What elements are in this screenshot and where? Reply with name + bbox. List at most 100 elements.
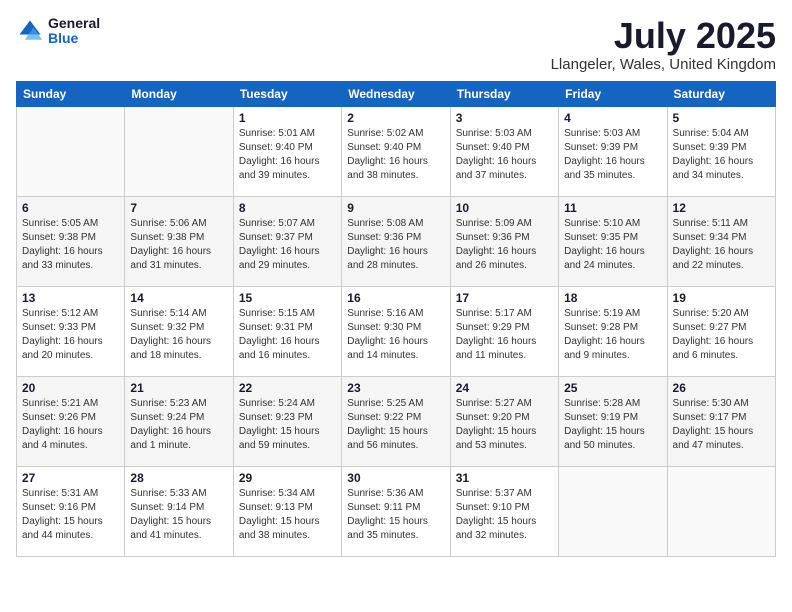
calendar-cell: 11 Sunrise: 5:10 AM Sunset: 9:35 PM Dayli… <box>559 196 667 286</box>
weekday-header: Wednesday <box>342 81 450 106</box>
day-info: Sunrise: 5:09 AM Sunset: 9:36 PM Dayligh… <box>456 217 553 273</box>
calendar-cell: 20 Sunrise: 5:21 AM Sunset: 9:26 PM Dayli… <box>17 376 125 466</box>
weekday-header-row: SundayMondayTuesdayWednesdayThursdayFrid… <box>17 81 776 106</box>
day-info: Sunrise: 5:25 AM Sunset: 9:22 PM Dayligh… <box>347 397 444 453</box>
day-info: Sunrise: 5:34 AM Sunset: 9:13 PM Dayligh… <box>239 487 336 543</box>
calendar-cell: 1 Sunrise: 5:01 AM Sunset: 9:40 PM Daylig… <box>233 106 341 196</box>
calendar-cell <box>17 106 125 196</box>
day-info: Sunrise: 5:07 AM Sunset: 9:37 PM Dayligh… <box>239 217 336 273</box>
calendar-cell: 3 Sunrise: 5:03 AM Sunset: 9:40 PM Daylig… <box>450 106 558 196</box>
day-number: 22 <box>239 381 336 395</box>
day-info: Sunrise: 5:03 AM Sunset: 9:39 PM Dayligh… <box>564 127 661 183</box>
calendar-week-row: 13Sunrise: 5:12 AM Sunset: 9:33 PM Dayli… <box>17 286 776 376</box>
calendar-cell: 8 Sunrise: 5:07 AM Sunset: 9:37 PM Daylig… <box>233 196 341 286</box>
month-year: July 2025 <box>551 16 776 56</box>
title-block: July 2025 Llangeler, Wales, United Kingd… <box>551 16 776 73</box>
calendar-cell: 13Sunrise: 5:12 AM Sunset: 9:33 PM Dayli… <box>17 286 125 376</box>
day-number: 23 <box>347 381 444 395</box>
calendar-cell: 21Sunrise: 5:23 AM Sunset: 9:24 PM Dayli… <box>125 376 233 466</box>
day-number: 4 <box>564 111 661 125</box>
calendar-cell: 16 Sunrise: 5:16 AM Sunset: 9:30 PM Dayli… <box>342 286 450 376</box>
day-number: 7 <box>130 201 227 215</box>
calendar-cell: 7 Sunrise: 5:06 AM Sunset: 9:38 PM Daylig… <box>125 196 233 286</box>
day-number: 26 <box>673 381 770 395</box>
calendar-cell: 25 Sunrise: 5:28 AM Sunset: 9:19 PM Dayli… <box>559 376 667 466</box>
day-info: Sunrise: 5:31 AM Sunset: 9:16 PM Dayligh… <box>22 487 119 543</box>
day-info: Sunrise: 5:33 AM Sunset: 9:14 PM Dayligh… <box>130 487 227 543</box>
day-info: Sunrise: 5:36 AM Sunset: 9:11 PM Dayligh… <box>347 487 444 543</box>
calendar-cell: 2 Sunrise: 5:02 AM Sunset: 9:40 PM Daylig… <box>342 106 450 196</box>
calendar-cell: 18 Sunrise: 5:19 AM Sunset: 9:28 PM Dayli… <box>559 286 667 376</box>
day-number: 18 <box>564 291 661 305</box>
day-number: 28 <box>130 471 227 485</box>
day-number: 10 <box>456 201 553 215</box>
logo-text: General Blue <box>48 16 100 47</box>
day-number: 15 <box>239 291 336 305</box>
day-info: Sunrise: 5:10 AM Sunset: 9:35 PM Dayligh… <box>564 217 661 273</box>
calendar-cell: 28 Sunrise: 5:33 AM Sunset: 9:14 PM Dayli… <box>125 466 233 556</box>
calendar-cell: 14 Sunrise: 5:14 AM Sunset: 9:32 PM Dayli… <box>125 286 233 376</box>
day-info: Sunrise: 5:28 AM Sunset: 9:19 PM Dayligh… <box>564 397 661 453</box>
day-number: 3 <box>456 111 553 125</box>
day-number: 11 <box>564 201 661 215</box>
day-info: Sunrise: 5:04 AM Sunset: 9:39 PM Dayligh… <box>673 127 770 183</box>
weekday-header: Saturday <box>667 81 775 106</box>
day-info: Sunrise: 5:27 AM Sunset: 9:20 PM Dayligh… <box>456 397 553 453</box>
calendar-week-row: 1 Sunrise: 5:01 AM Sunset: 9:40 PM Daylig… <box>17 106 776 196</box>
weekday-header: Friday <box>559 81 667 106</box>
calendar-cell: 30Sunrise: 5:36 AM Sunset: 9:11 PM Dayli… <box>342 466 450 556</box>
calendar-week-row: 20 Sunrise: 5:21 AM Sunset: 9:26 PM Dayli… <box>17 376 776 466</box>
logo-blue: Blue <box>48 31 100 46</box>
day-number: 16 <box>347 291 444 305</box>
day-info: Sunrise: 5:19 AM Sunset: 9:28 PM Dayligh… <box>564 307 661 363</box>
day-number: 2 <box>347 111 444 125</box>
weekday-header: Sunday <box>17 81 125 106</box>
calendar-cell: 10 Sunrise: 5:09 AM Sunset: 9:36 PM Dayli… <box>450 196 558 286</box>
page-header: General Blue July 2025 Llangeler, Wales,… <box>16 16 776 73</box>
day-info: Sunrise: 5:01 AM Sunset: 9:40 PM Dayligh… <box>239 127 336 183</box>
day-number: 12 <box>673 201 770 215</box>
day-number: 20 <box>22 381 119 395</box>
location: Llangeler, Wales, United Kingdom <box>551 56 776 73</box>
day-number: 29 <box>239 471 336 485</box>
day-info: Sunrise: 5:11 AM Sunset: 9:34 PM Dayligh… <box>673 217 770 273</box>
weekday-header: Monday <box>125 81 233 106</box>
calendar-cell: 22 Sunrise: 5:24 AM Sunset: 9:23 PM Dayli… <box>233 376 341 466</box>
calendar-cell: 15Sunrise: 5:15 AM Sunset: 9:31 PM Dayli… <box>233 286 341 376</box>
day-number: 14 <box>130 291 227 305</box>
day-info: Sunrise: 5:14 AM Sunset: 9:32 PM Dayligh… <box>130 307 227 363</box>
day-number: 17 <box>456 291 553 305</box>
calendar-cell: 24Sunrise: 5:27 AM Sunset: 9:20 PM Dayli… <box>450 376 558 466</box>
logo-general: General <box>48 16 100 31</box>
day-info: Sunrise: 5:03 AM Sunset: 9:40 PM Dayligh… <box>456 127 553 183</box>
calendar-cell: 31Sunrise: 5:37 AM Sunset: 9:10 PM Dayli… <box>450 466 558 556</box>
logo-icon <box>16 17 44 45</box>
day-info: Sunrise: 5:02 AM Sunset: 9:40 PM Dayligh… <box>347 127 444 183</box>
day-number: 8 <box>239 201 336 215</box>
day-info: Sunrise: 5:16 AM Sunset: 9:30 PM Dayligh… <box>347 307 444 363</box>
calendar-cell <box>125 106 233 196</box>
calendar-cell: 27Sunrise: 5:31 AM Sunset: 9:16 PM Dayli… <box>17 466 125 556</box>
calendar-cell: 19Sunrise: 5:20 AM Sunset: 9:27 PM Dayli… <box>667 286 775 376</box>
logo: General Blue <box>16 16 100 47</box>
calendar-cell: 6Sunrise: 5:05 AM Sunset: 9:38 PM Daylig… <box>17 196 125 286</box>
weekday-header: Tuesday <box>233 81 341 106</box>
day-number: 5 <box>673 111 770 125</box>
calendar-cell: 9Sunrise: 5:08 AM Sunset: 9:36 PM Daylig… <box>342 196 450 286</box>
day-number: 21 <box>130 381 227 395</box>
day-info: Sunrise: 5:12 AM Sunset: 9:33 PM Dayligh… <box>22 307 119 363</box>
calendar-cell: 4 Sunrise: 5:03 AM Sunset: 9:39 PM Daylig… <box>559 106 667 196</box>
day-number: 31 <box>456 471 553 485</box>
calendar-cell: 5 Sunrise: 5:04 AM Sunset: 9:39 PM Daylig… <box>667 106 775 196</box>
day-number: 1 <box>239 111 336 125</box>
calendar-cell <box>667 466 775 556</box>
day-info: Sunrise: 5:06 AM Sunset: 9:38 PM Dayligh… <box>130 217 227 273</box>
calendar-cell <box>559 466 667 556</box>
calendar-cell: 26Sunrise: 5:30 AM Sunset: 9:17 PM Dayli… <box>667 376 775 466</box>
day-info: Sunrise: 5:21 AM Sunset: 9:26 PM Dayligh… <box>22 397 119 453</box>
weekday-header: Thursday <box>450 81 558 106</box>
day-number: 25 <box>564 381 661 395</box>
calendar-cell: 29 Sunrise: 5:34 AM Sunset: 9:13 PM Dayli… <box>233 466 341 556</box>
day-info: Sunrise: 5:20 AM Sunset: 9:27 PM Dayligh… <box>673 307 770 363</box>
day-info: Sunrise: 5:24 AM Sunset: 9:23 PM Dayligh… <box>239 397 336 453</box>
